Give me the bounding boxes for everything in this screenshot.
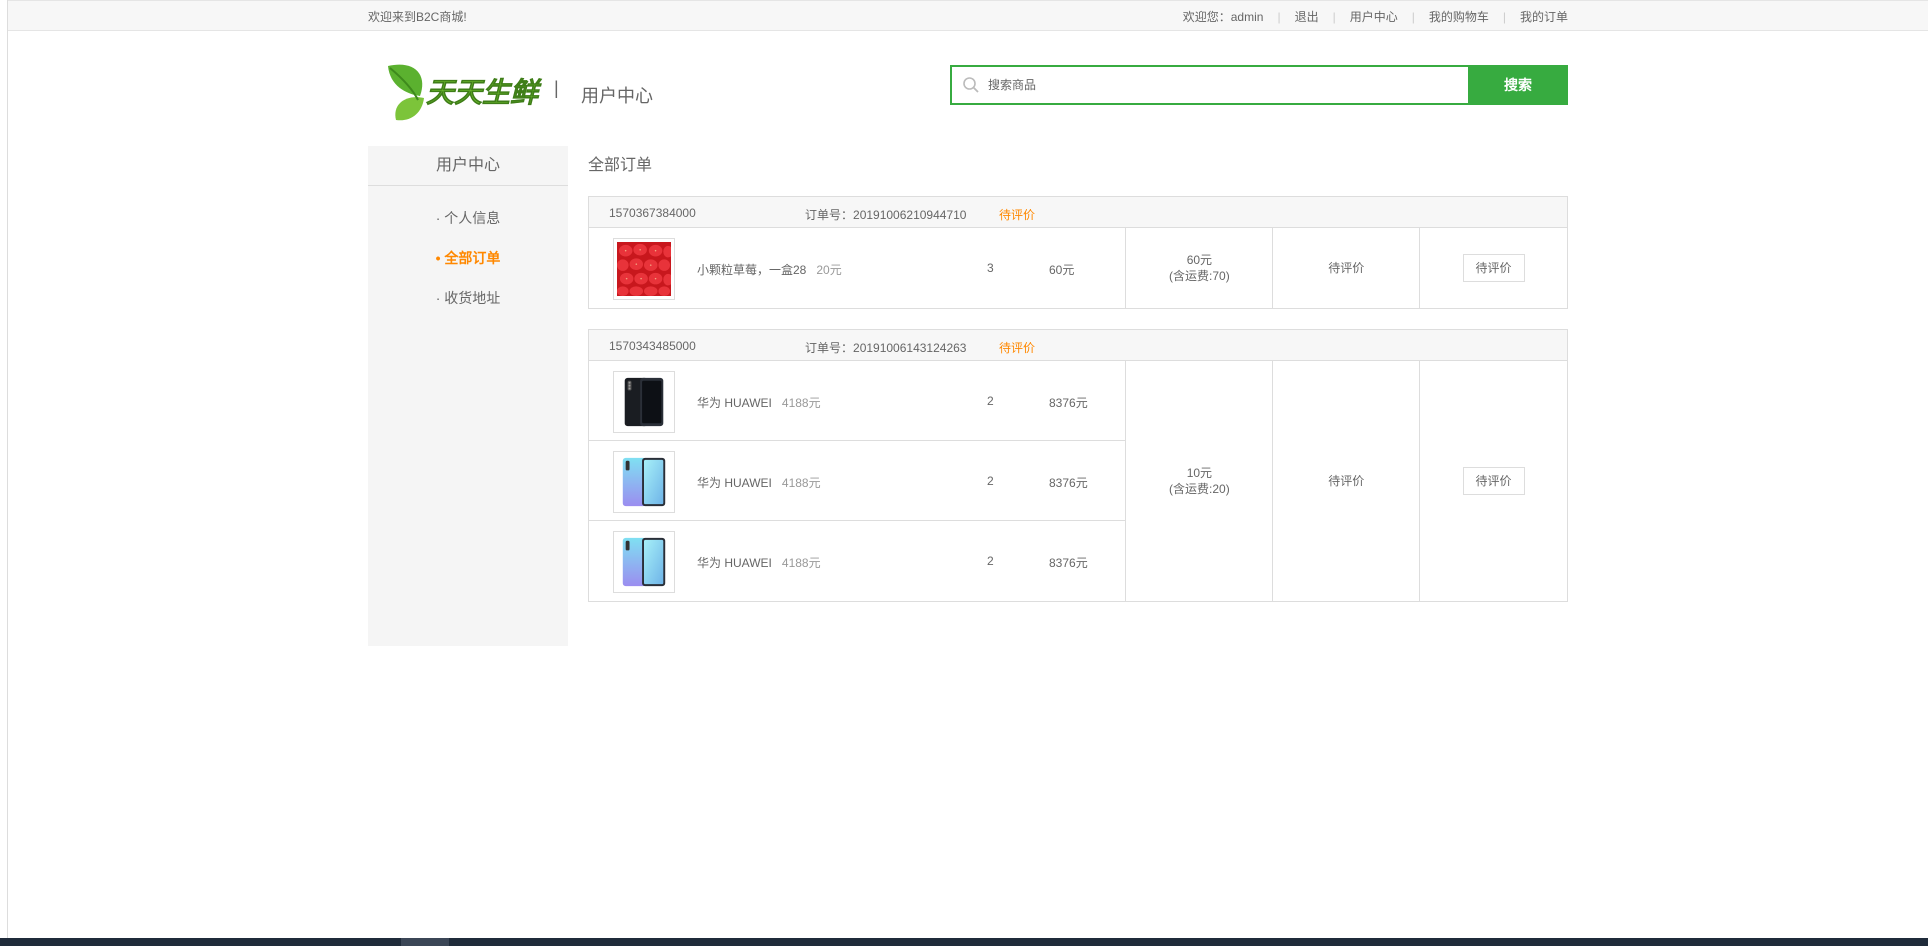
order-card: 1570343485000 订单号：20191006143124263 待评价 [588, 329, 1568, 602]
divider: | [1332, 9, 1336, 24]
goods-price: 4188元 [781, 556, 821, 570]
goods-subtotal: 60元 [1049, 263, 1075, 277]
sidebar-title: 用户中心 [368, 146, 568, 186]
order-header: 1570343485000 订单号：20191006143124263 待评价 [589, 330, 1567, 361]
order-number: 订单号：20191006143124263 [805, 341, 967, 355]
strawberry-icon [617, 242, 671, 296]
goods-count: 2 [987, 554, 994, 568]
search-icon [963, 77, 979, 93]
phone-icon [617, 535, 671, 589]
top-bar: 欢迎来到B2C商城! 欢迎您： admin | 退出 | 用户中心 | 我的购物… [8, 0, 1928, 31]
sidebar-menu: · 个人信息 • 全部订单 · 收货地址 [368, 186, 568, 324]
orders-link[interactable]: 我的订单 [1520, 8, 1568, 25]
goods-name[interactable]: 小颗粒草莓，一盒28 20元 [697, 261, 842, 278]
username: admin [1230, 9, 1264, 24]
goods-count: 2 [987, 474, 994, 488]
order-status: 待评价 [999, 341, 1036, 355]
order-number: 订单号：20191006210944710 [805, 208, 967, 222]
review-button[interactable]: 待评价 [1462, 467, 1525, 495]
orders-panel: 全部订单 1570367384000 订单号：20191006210944710… [588, 146, 1568, 602]
order-status-cell: 待评价 [1273, 361, 1421, 601]
divider: | [1411, 9, 1415, 24]
logout-link[interactable]: 退出 [1295, 8, 1319, 25]
goods-name[interactable]: 华为 HUAWEI 4188元 [697, 394, 821, 411]
taskbar-active-item[interactable] [401, 938, 449, 946]
divider: | [1277, 9, 1281, 24]
user-center-sidebar: 用户中心 · 个人信息 • 全部订单 · 收货地址 [368, 146, 568, 646]
search-input[interactable] [988, 75, 1448, 95]
search-button[interactable]: 搜索 [1468, 65, 1568, 105]
welcome-text: 欢迎来到B2C商城! [368, 10, 467, 24]
leaf-logo-icon: 天天生鲜 [388, 64, 542, 121]
header: 天天生鲜 | 用户中心 搜索 [368, 56, 1568, 126]
header-separator: | [554, 78, 559, 98]
goods-price: 4188元 [781, 396, 821, 410]
greeting-label: 欢迎您： [1182, 10, 1231, 24]
os-taskbar [0, 938, 1928, 946]
order-card: 1570367384000 订单号：20191006210944710 待评价 [588, 196, 1568, 309]
phone-black-image[interactable] [613, 371, 675, 433]
goods-count: 3 [987, 261, 994, 275]
site-logo[interactable]: 天天生鲜 [384, 60, 544, 124]
sidebar-item-profile[interactable]: · 个人信息 [368, 204, 568, 244]
top-links: 欢迎您： admin | 退出 | 用户中心 | 我的购物车 | 我的订单 [1183, 8, 1568, 25]
cart-link[interactable]: 我的购物车 [1429, 8, 1489, 25]
goods-name[interactable]: 华为 HUAWEI 4188元 [697, 474, 821, 491]
review-button[interactable]: 待评价 [1462, 254, 1525, 282]
goods-row: 小颗粒草莓，一盒28 20元 3 60元 [589, 228, 1125, 308]
order-operation-cell: 待评价 [1420, 361, 1567, 601]
goods-list: 华为 HUAWEI 4188元 2 8376元 华为 HUAWEI 4188元 … [589, 361, 1127, 601]
goods-row: 华为 HUAWEI 4188元 2 8376元 [589, 361, 1126, 441]
order-status: 待评价 [999, 208, 1036, 222]
strawberry-image[interactable] [613, 238, 675, 300]
phone-blue-image[interactable] [613, 451, 675, 513]
svg-text:天天生鲜: 天天生鲜 [426, 76, 542, 109]
order-time: 1570367384000 [609, 206, 696, 220]
order-total: 10元 (含运费:20) [1126, 361, 1274, 601]
order-operation-cell: 待评价 [1420, 228, 1567, 308]
goods-price: 4188元 [781, 476, 821, 490]
phone-icon [617, 375, 671, 429]
goods-price: 20元 [816, 263, 842, 277]
phone-blue-image[interactable] [613, 531, 675, 593]
divider: | [1502, 9, 1506, 24]
goods-count: 2 [987, 394, 994, 408]
sidebar-item-address[interactable]: · 收货地址 [368, 284, 568, 324]
order-total: 60元 (含运费:70) [1126, 228, 1274, 308]
phone-icon [617, 455, 671, 509]
goods-subtotal: 8376元 [1049, 556, 1088, 570]
goods-row: 华为 HUAWEI 4188元 2 8376元 [589, 521, 1125, 601]
goods-row: 华为 HUAWEI 4188元 2 8376元 [589, 441, 1126, 521]
search-box [950, 65, 1470, 105]
window-edge-strip [0, 0, 8, 946]
order-body: 华为 HUAWEI 4188元 2 8376元 华为 HUAWEI 4188元 … [589, 361, 1567, 601]
goods-name[interactable]: 华为 HUAWEI 4188元 [697, 554, 821, 571]
section-title: 全部订单 [588, 157, 653, 174]
page-title: 用户中心 [581, 86, 653, 106]
order-time: 1570343485000 [609, 339, 696, 353]
order-body: 小颗粒草莓，一盒28 20元 3 60元 60元 (含运费:70) 待评价 待评价 [589, 228, 1567, 308]
goods-subtotal: 8376元 [1049, 396, 1088, 410]
goods-list: 小颗粒草莓，一盒28 20元 3 60元 [589, 228, 1127, 308]
order-header: 1570367384000 订单号：20191006210944710 待评价 [589, 197, 1567, 228]
goods-subtotal: 8376元 [1049, 476, 1088, 490]
user-center-link[interactable]: 用户中心 [1350, 8, 1398, 25]
order-status-cell: 待评价 [1273, 228, 1421, 308]
sidebar-item-all-orders[interactable]: • 全部订单 [368, 244, 568, 284]
